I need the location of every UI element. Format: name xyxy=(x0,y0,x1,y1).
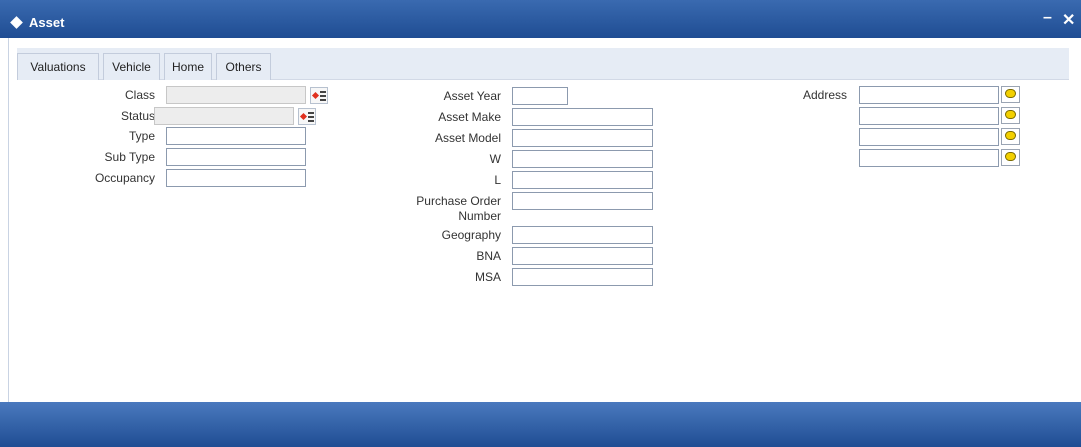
address-line4-note-button[interactable] xyxy=(1001,149,1020,166)
asset-year-input[interactable] xyxy=(512,87,568,105)
address-label: Address xyxy=(802,88,847,102)
class-lov-button[interactable] xyxy=(310,87,328,104)
note-bubble-icon xyxy=(1005,110,1016,119)
bna-input[interactable] xyxy=(512,247,653,265)
content-area: Valuations Vehicle Home Others Class Sta… xyxy=(8,38,1078,402)
asset-model-input[interactable] xyxy=(512,129,653,147)
type-input[interactable] xyxy=(166,127,306,145)
w-input[interactable] xyxy=(512,150,653,168)
occupancy-label: Occupancy xyxy=(94,171,155,185)
address-line3-input[interactable] xyxy=(859,128,999,146)
l-input[interactable] xyxy=(512,171,653,189)
geography-input[interactable] xyxy=(512,226,653,244)
asset-year-label: Asset Year xyxy=(443,89,501,103)
msa-label: MSA xyxy=(474,270,501,284)
geography-label: Geography xyxy=(441,228,501,242)
l-label: L xyxy=(494,173,501,187)
tab-valuations[interactable]: Valuations xyxy=(17,53,99,80)
note-bubble-icon xyxy=(1005,131,1016,140)
close-button[interactable]: ✕ xyxy=(1062,10,1075,30)
occupancy-input[interactable] xyxy=(166,169,306,187)
purchase-order-label-line2: Number xyxy=(458,209,501,223)
status-field[interactable] xyxy=(154,107,294,125)
title-bar: Asset – ✕ xyxy=(0,0,1081,38)
class-field[interactable] xyxy=(166,86,306,104)
tab-bar: Valuations Vehicle Home Others xyxy=(17,48,1069,80)
w-label: W xyxy=(489,152,501,166)
purchase-order-label-line1: Purchase Order xyxy=(416,194,501,208)
class-label: Class xyxy=(124,88,155,102)
purchase-order-number-input[interactable] xyxy=(512,192,653,210)
asset-make-label: Asset Make xyxy=(438,110,501,124)
note-bubble-icon xyxy=(1005,89,1016,98)
msa-input[interactable] xyxy=(512,268,653,286)
status-label: Status xyxy=(120,109,155,123)
address-line2-input[interactable] xyxy=(859,107,999,125)
address-line1-input[interactable] xyxy=(859,86,999,104)
sub-type-input[interactable] xyxy=(166,148,306,166)
minimize-button[interactable]: – xyxy=(1043,9,1052,27)
note-bubble-icon xyxy=(1005,152,1016,161)
list-of-values-icon xyxy=(311,91,320,100)
tab-home[interactable]: Home xyxy=(164,53,212,80)
address-line2-note-button[interactable] xyxy=(1001,107,1020,124)
window-title-wrap: Asset xyxy=(8,15,64,30)
address-line1-note-button[interactable] xyxy=(1001,86,1020,103)
asset-make-input[interactable] xyxy=(512,108,653,126)
window-title: Asset xyxy=(29,15,65,30)
list-of-values-icon xyxy=(299,112,308,121)
type-label: Type xyxy=(128,129,155,143)
diamond-icon xyxy=(10,16,23,29)
tab-others[interactable]: Others xyxy=(216,53,271,80)
sub-type-label: Sub Type xyxy=(104,150,155,164)
tab-vehicle[interactable]: Vehicle xyxy=(103,53,160,80)
address-line3-note-button[interactable] xyxy=(1001,128,1020,145)
status-lov-button[interactable] xyxy=(298,108,316,125)
bna-label: BNA xyxy=(476,249,501,263)
address-line4-input[interactable] xyxy=(859,149,999,167)
footer-bar xyxy=(0,402,1081,447)
asset-model-label: Asset Model xyxy=(434,131,501,145)
